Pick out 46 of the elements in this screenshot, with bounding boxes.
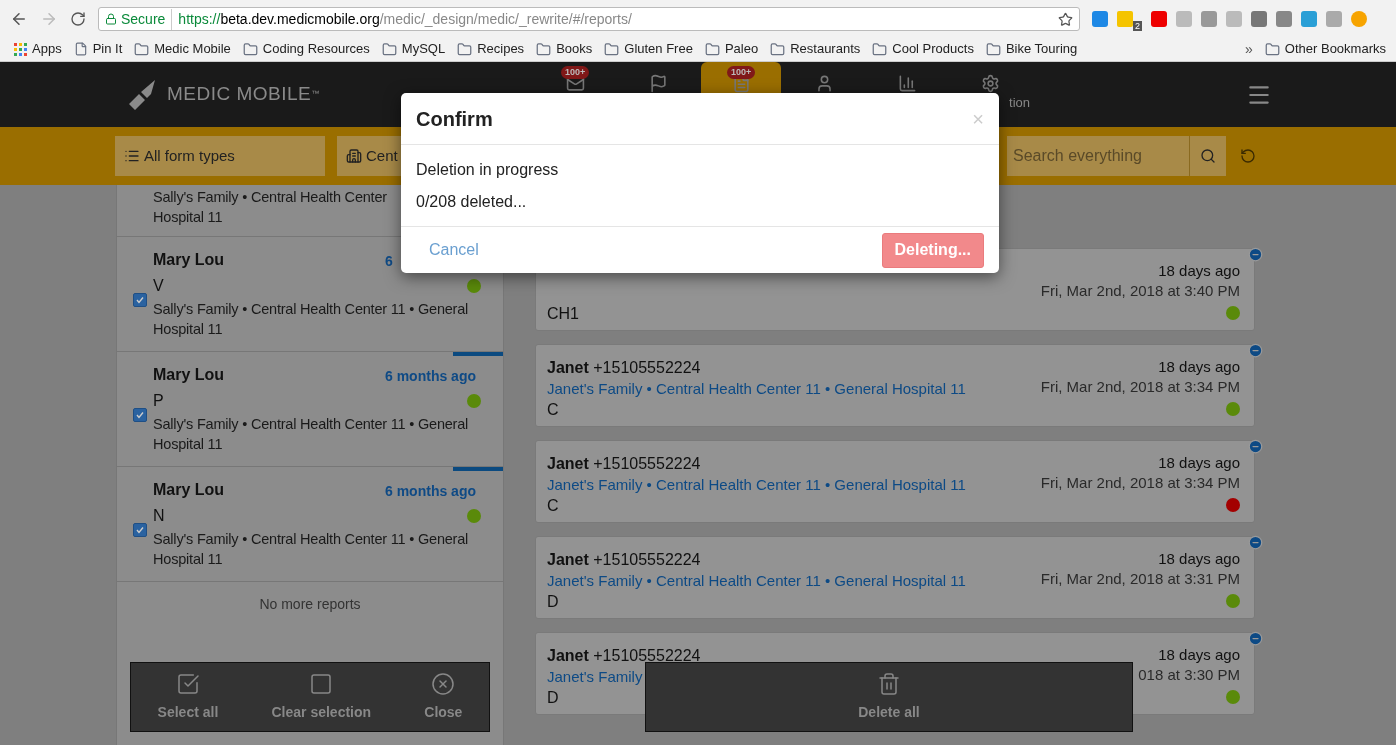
report-date: 018 at 3:30 PM <box>1138 665 1240 685</box>
relative-time: 18 days ago <box>1158 261 1240 281</box>
patient-name: Mary Lou <box>153 365 225 385</box>
place-text: Sally's Family • Central Health Center 11 • General Hospital 11 <box>153 530 469 569</box>
form-name: CH1 <box>547 304 579 324</box>
url-text: https://beta.dev.medicmobile.org/medic/_design/medic/_rewrite/#/reports/ <box>177 9 632 29</box>
form-name: C <box>547 400 559 420</box>
form-name: D <box>547 688 559 708</box>
relative-time: 18 days ago <box>1158 645 1240 665</box>
place-links: Janet's Family • Central Health Center 11 • General Hospital 11 <box>547 571 966 591</box>
sender-text: Janet +15105552224 <box>547 550 701 570</box>
logo-text: MEDIC MOBILE$^{™}$ <box>167 82 320 107</box>
report-time: 6 months ago <box>385 368 476 384</box>
nav-label: tion <box>1009 94 1030 112</box>
form-name: N <box>153 506 165 526</box>
place-links: Janet's Family • Central Health Center 11 • General Hospital 11 <box>547 379 966 399</box>
place-text: Sally's Family • Central Health Center 11 • General Hospital 11 <box>153 415 469 454</box>
sender-text: Janet +15105552224 <box>547 646 701 666</box>
relative-time: 18 days ago <box>1158 453 1240 473</box>
form-name: C <box>547 496 559 516</box>
extension-badge: 2 <box>1133 21 1142 31</box>
form-name: P <box>153 391 164 411</box>
form-name: V <box>153 276 164 296</box>
sender-text: Janet +15105552224 <box>547 358 701 378</box>
relative-time: 18 days ago <box>1158 549 1240 569</box>
place-text: Sally's Family • Central Health Center Hospital 11 <box>153 188 387 227</box>
count-badge: 100+ <box>561 66 590 79</box>
dialog-title: Confirm <box>416 106 493 132</box>
report-date: Fri, Mar 2nd, 2018 at 3:31 PM <box>1040 569 1240 589</box>
relative-time: 18 days ago <box>1158 357 1240 377</box>
report-date: Fri, Mar 2nd, 2018 at 3:34 PM <box>1040 473 1240 493</box>
patient-name: Mary Lou <box>153 250 225 270</box>
place-text: Sally's Family • Central Health Center 11 • General Hospital 11 <box>153 300 469 339</box>
report-time: 6 months ago <box>385 483 476 499</box>
place-links: Janet's Family <box>547 667 643 687</box>
count-badge: 100+ <box>727 66 756 79</box>
dialog-message: Deletion in progress <box>416 160 559 180</box>
form-name: D <box>547 592 559 612</box>
place-links: Janet's Family • Central Health Center 11 • General Hospital 11 <box>547 475 966 495</box>
no-more-reports: No more reports <box>258 595 362 614</box>
report-date: Fri, Mar 2nd, 2018 at 3:40 PM <box>1040 281 1240 301</box>
report-date: Fri, Mar 2nd, 2018 at 3:34 PM <box>1040 377 1240 397</box>
secure-label: Secure <box>121 8 173 30</box>
report-time: 6 <box>385 253 393 269</box>
patient-name: Mary Lou <box>153 480 225 500</box>
sender-text: Janet +15105552224 <box>547 454 701 474</box>
